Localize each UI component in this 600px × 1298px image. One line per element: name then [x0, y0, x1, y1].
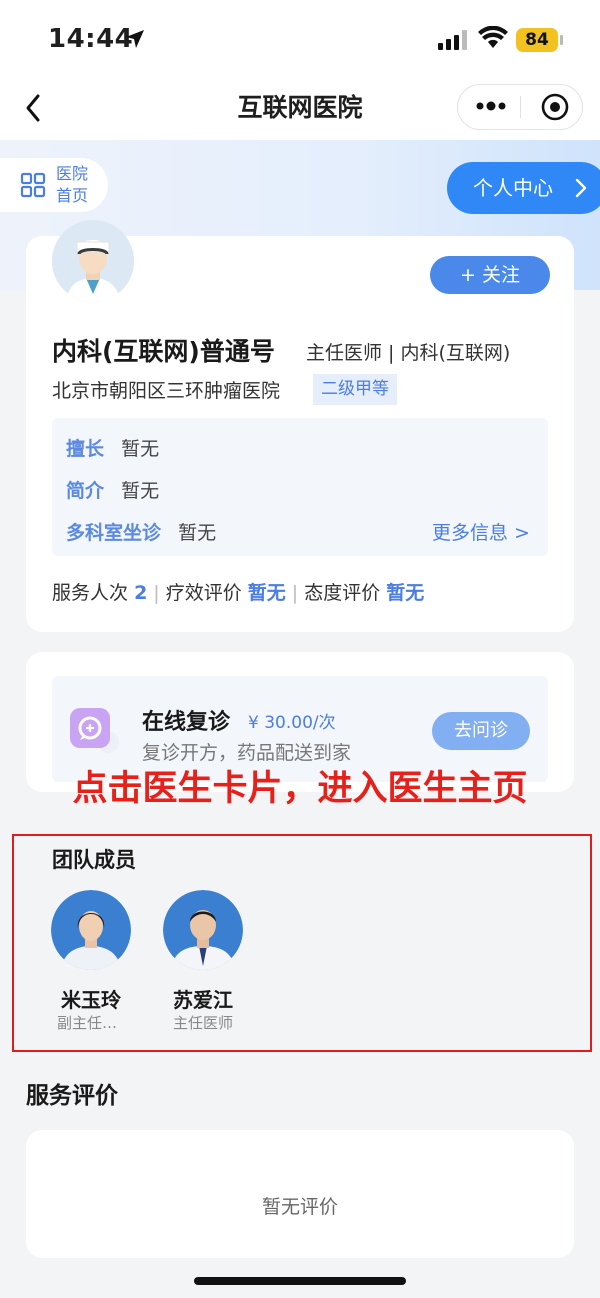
member-role: 副主任…: [56, 1014, 117, 1032]
member-name: 米玉玲: [61, 988, 121, 1012]
doctor-title: 主任医师 | 内科(互联网): [306, 342, 511, 364]
home-label-line1: 医院: [56, 164, 89, 183]
team-title: 团队成员: [52, 848, 136, 872]
member-avatar[interactable]: [163, 890, 243, 970]
service-price: ¥ 30.00/次: [248, 713, 336, 733]
chevron-right-icon: [575, 178, 587, 198]
info-row-intro: 简介 暂无: [66, 476, 159, 503]
home-label-line2: 首页: [56, 186, 89, 205]
location-arrow-icon: [126, 30, 144, 48]
doctor-avatar: [52, 220, 134, 302]
attitude-value: 暂无: [386, 582, 425, 604]
capsule-divider: [520, 96, 521, 118]
instruction-annotation: 点击医生卡片，进入医生主页: [72, 769, 528, 809]
doctor-name: 内科(互联网)普通号: [52, 337, 275, 366]
efficacy-value: 暂无: [247, 582, 286, 604]
battery-tip: [560, 35, 563, 45]
battery-indicator: 84: [516, 28, 558, 52]
reviews-title: 服务评价: [26, 1083, 118, 1109]
info-key: 多科室坐诊: [66, 522, 162, 544]
info-row-specialty: 擅长 暂无: [66, 434, 159, 461]
stats-divider: |: [291, 582, 299, 604]
service-title: 在线复诊: [142, 710, 231, 735]
info-value: 暂无: [121, 438, 160, 460]
hospital-level-badge: 二级甲等: [313, 374, 397, 405]
consult-button[interactable]: 去问诊: [432, 712, 530, 750]
info-key: 简介: [66, 480, 105, 502]
hospital-name: 北京市朝阳区三环肿瘤医院: [52, 380, 281, 402]
attitude-label: 态度评价: [304, 582, 381, 604]
efficacy-label: 疗效评价: [165, 582, 242, 604]
hospital-home-label: 医院 首页: [56, 163, 96, 207]
more-dots-icon[interactable]: [476, 98, 506, 114]
male-doctor-avatar-icon: [163, 890, 243, 970]
stats-divider: |: [153, 582, 160, 604]
close-miniapp-icon[interactable]: [540, 92, 570, 122]
grid-icon: [20, 172, 46, 198]
chat-bubble-icon: [70, 708, 119, 753]
wifi-icon: [478, 26, 508, 48]
cellular-signal-icon: [438, 30, 467, 50]
status-time: 14:44: [48, 24, 134, 54]
home-indicator: [194, 1277, 406, 1285]
member-role: 主任医师: [172, 1014, 233, 1032]
info-key: 擅长: [66, 438, 105, 460]
more-info-link[interactable]: 更多信息 >: [432, 518, 530, 545]
served-value: 2: [134, 582, 148, 604]
member-name: 苏爱江: [173, 988, 233, 1012]
info-value: 暂无: [121, 480, 160, 502]
doctor-avatar-icon: [52, 220, 134, 302]
info-row-multi-dept: 多科室坐诊 暂无: [66, 518, 216, 545]
served-label: 服务人次: [52, 582, 129, 604]
member-avatar[interactable]: [51, 890, 131, 970]
no-reviews-text: 暂无评价: [261, 1196, 338, 1218]
female-doctor-avatar-icon: [51, 890, 131, 970]
doctor-stats: 服务人次 2 | 疗效评价 暂无 | 态度评价 暂无: [52, 578, 424, 605]
info-value: 暂无: [178, 522, 217, 544]
follow-button[interactable]: + 关注: [430, 256, 550, 294]
personal-center-label: 个人中心: [473, 176, 553, 200]
